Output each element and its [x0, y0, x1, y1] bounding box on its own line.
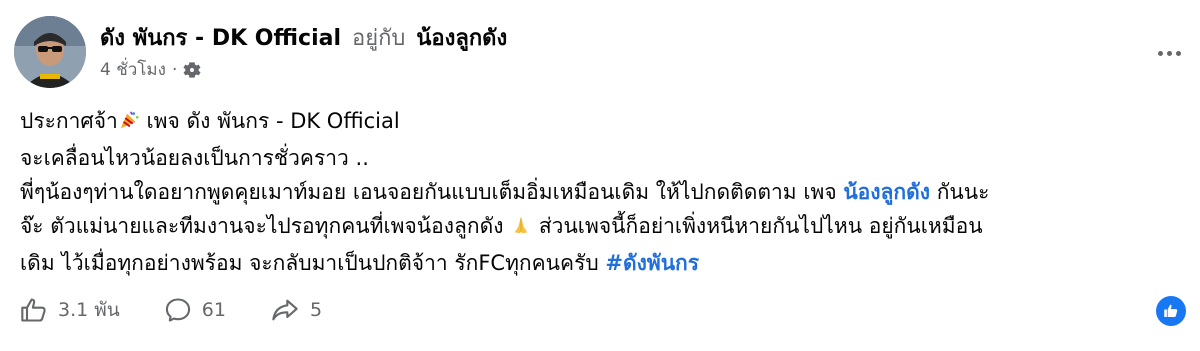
thumbs-up-icon	[21, 298, 46, 322]
tagged-page-name[interactable]: น้องลูกดัง	[416, 26, 507, 51]
post-actions: 3.1 พัน 61 5	[20, 292, 366, 328]
author-name[interactable]: ดัง พันกร - DK Official	[100, 26, 341, 51]
party-popper-icon	[118, 107, 140, 141]
post-body: ประกาศจ้า เพจ ดัง พันกร - DK Official จะ…	[20, 104, 1180, 280]
post-text: จะเคลื่อนไหวน้อยลงเป็นการชั่วคราว ..	[20, 146, 369, 170]
post-text: ประกาศจ้า	[20, 109, 118, 133]
post-text: เดิม ไว้เมื่อทุกอย่างพร้อม จะกลับมาเป็นป…	[20, 251, 606, 275]
post-line: เดิม ไว้เมื่อทุกอย่างพร้อม จะกลับมาเป็นป…	[20, 246, 1180, 280]
share-count: 5	[309, 299, 323, 321]
hashtag-link[interactable]: #ดังพันกร	[605, 251, 699, 275]
post-line: จ๊ะ ตัวแม่นายและทีมงานจะไปรอทุกคนที่เพจน…	[20, 209, 1180, 246]
meta-separator: ·	[171, 59, 178, 80]
with-text: อยู่กับ	[352, 26, 406, 51]
more-options-icon[interactable]	[1152, 38, 1186, 68]
comment-button[interactable]: 61	[164, 296, 226, 324]
comment-count: 61	[201, 299, 226, 321]
facebook-post: ดัง พันกร - DK Official อยู่กับ น้องลูกด…	[0, 0, 1200, 351]
post-line: ประกาศจ้า เพจ ดัง พันกร - DK Official	[20, 104, 1180, 141]
folded-hands-icon	[510, 212, 532, 246]
like-reaction-icon	[1156, 296, 1186, 326]
post-header: ดัง พันกร - DK Official อยู่กับ น้องลูกด…	[14, 12, 1194, 92]
share-button[interactable]: 5	[270, 296, 322, 324]
post-text: กันนะ	[930, 180, 990, 204]
post-text: พี่ๆน้องๆท่านใดอยากพูดคุยเมาท์มอย เอนจอย…	[20, 180, 844, 204]
post-text: เพจ ดัง พันกร - DK Official	[139, 109, 400, 133]
share-icon	[272, 299, 298, 321]
post-text: จ๊ะ ตัวแม่นายและทีมงานจะไปรอทุกคนที่เพจน…	[20, 214, 511, 238]
like-count: 3.1 พัน	[58, 299, 120, 321]
gear-icon[interactable]	[183, 61, 201, 79]
like-button[interactable]: 3.1 พัน	[20, 295, 120, 325]
comment-icon	[165, 298, 190, 322]
post-line: พี่ๆน้องๆท่านใดอยากพูดคุยเมาท์มอย เอนจอย…	[20, 175, 1180, 209]
page-mention-link[interactable]: น้องลูกดัง	[843, 180, 930, 204]
avatar-image	[14, 16, 86, 88]
post-meta: 4 ชั่วโมง ·	[100, 56, 201, 83]
avatar[interactable]	[14, 16, 86, 88]
post-author-line: ดัง พันกร - DK Official อยู่กับ น้องลูกด…	[100, 20, 507, 55]
post-text: ส่วนเพจนี้ก็อย่าเพิ่งหนีหายกันไปไหน อยู่…	[532, 214, 983, 238]
post-line: จะเคลื่อนไหวน้อยลงเป็นการชั่วคราว ..	[20, 141, 1180, 175]
post-timestamp[interactable]: 4 ชั่วโมง	[100, 56, 166, 83]
